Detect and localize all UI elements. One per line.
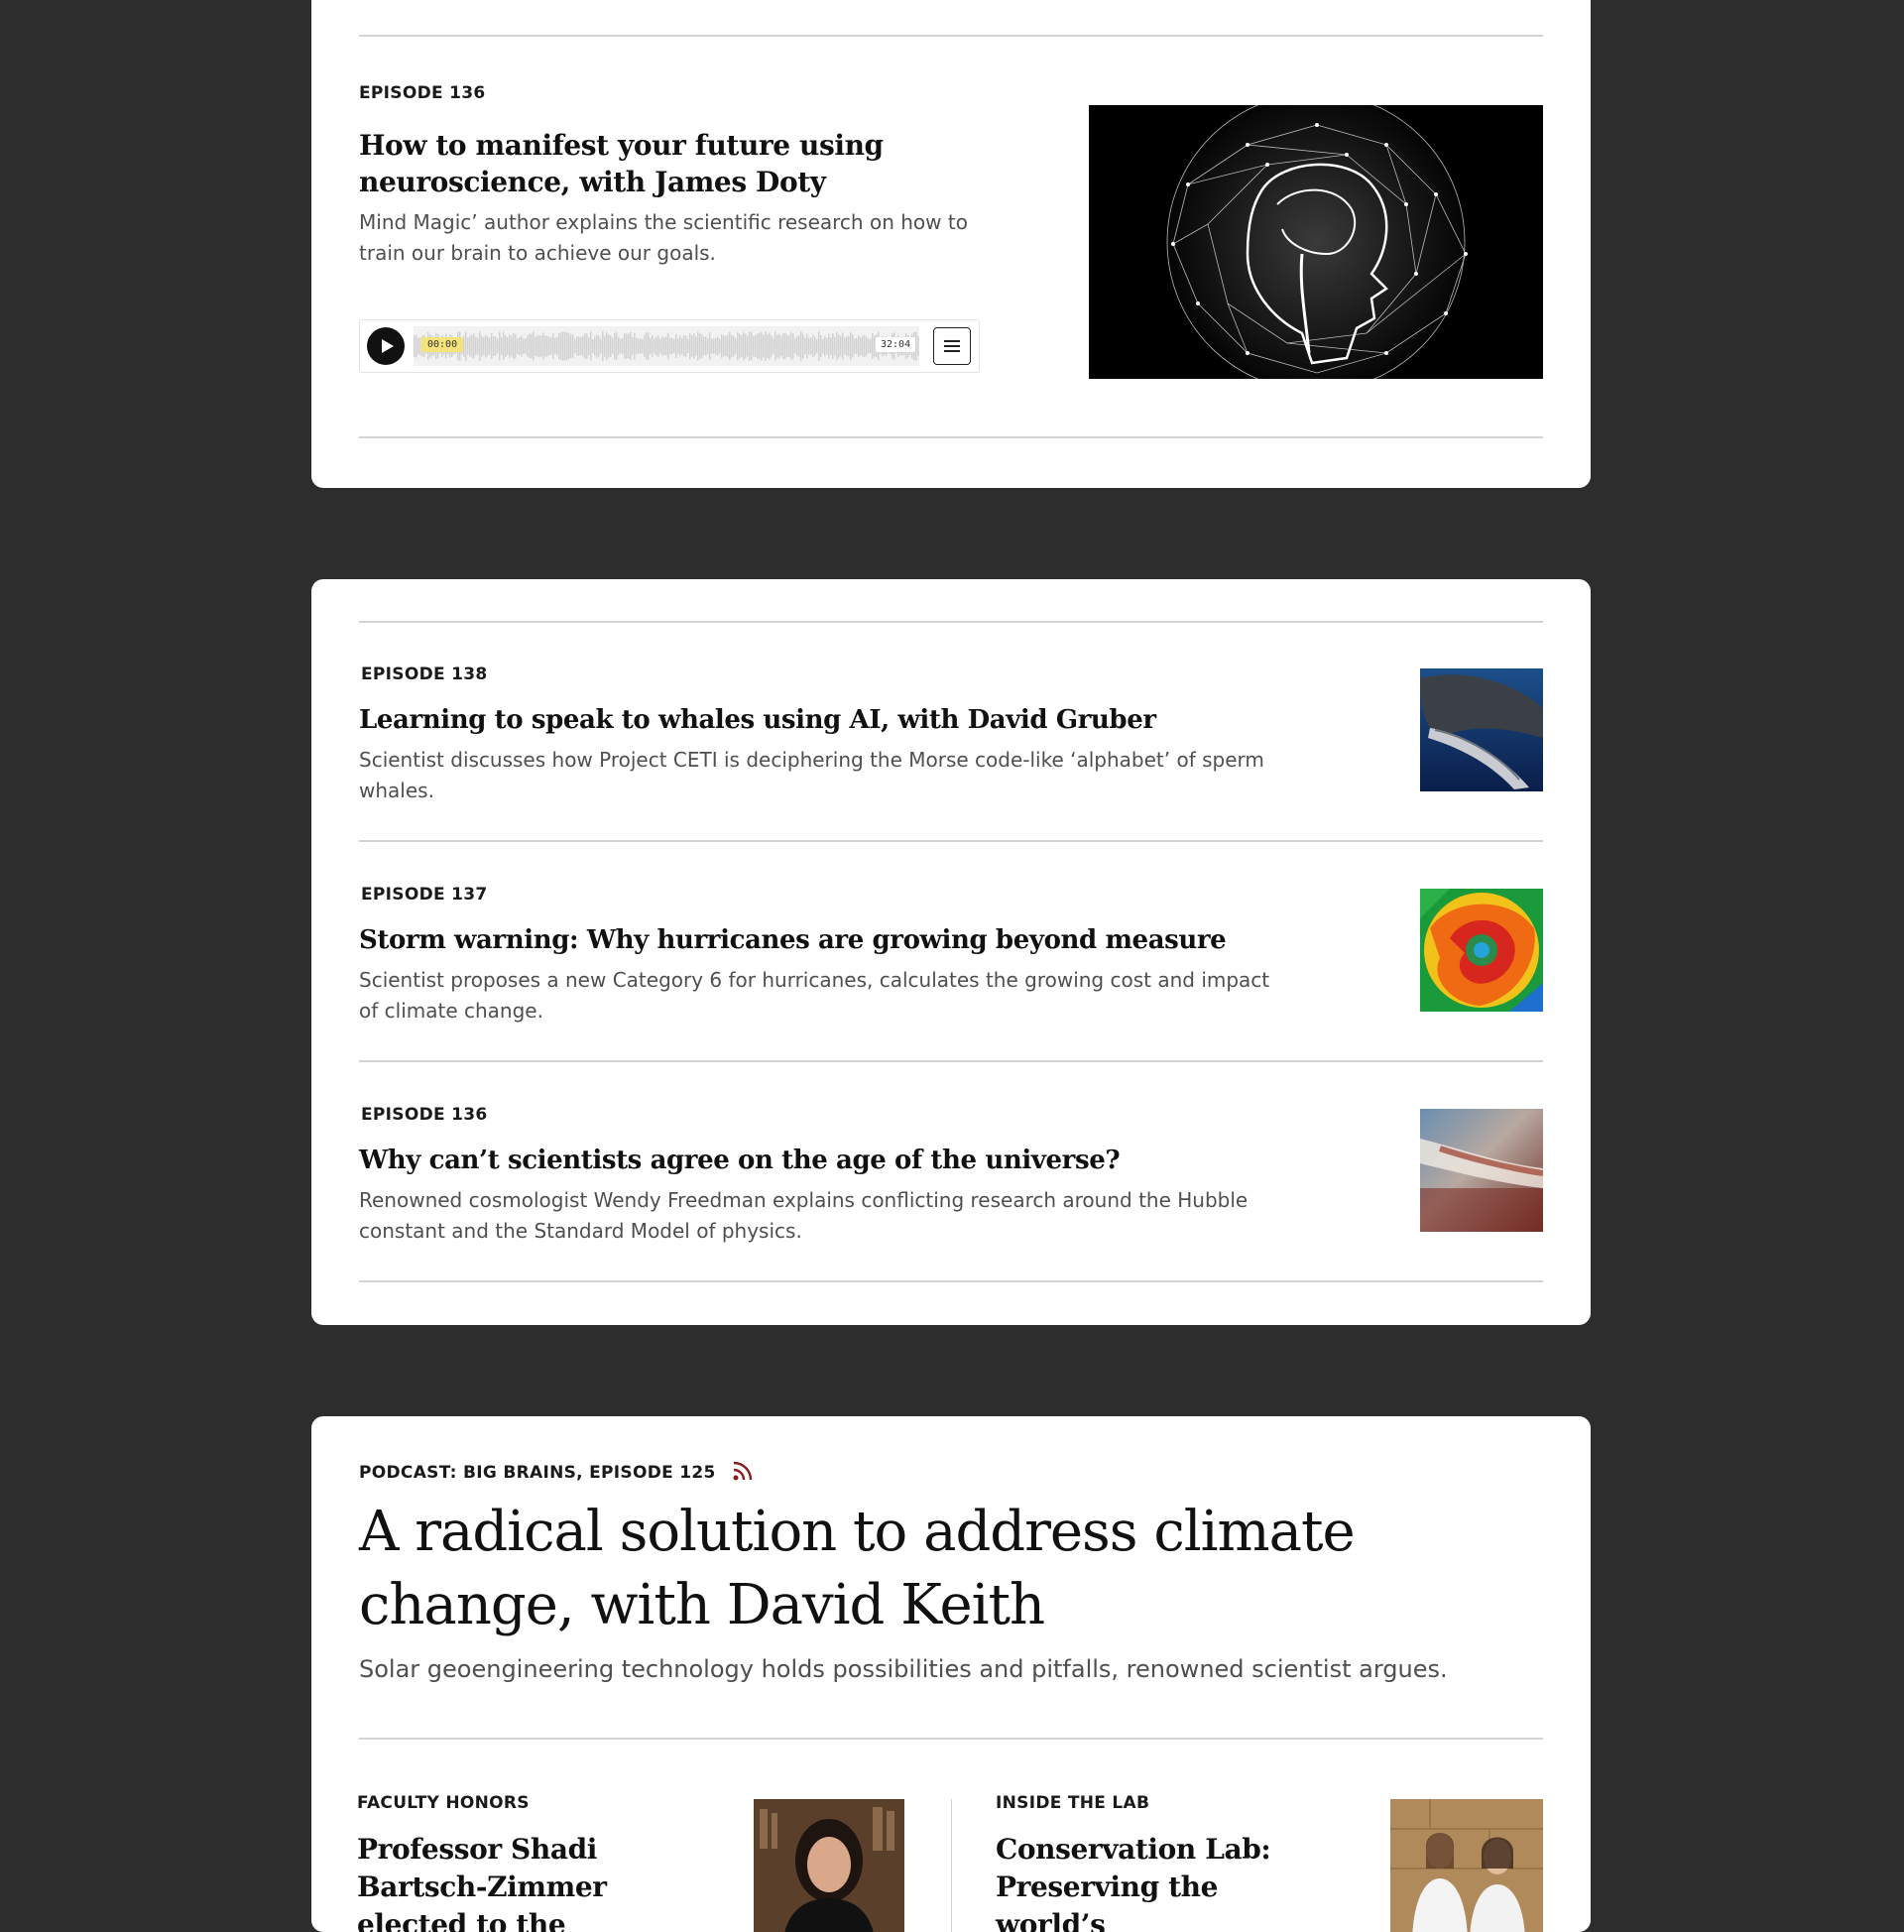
galaxy-image[interactable] — [1420, 1109, 1543, 1232]
story-kicker: INSIDE THE LAB — [996, 1793, 1150, 1813]
story-title-link[interactable]: Conservation Lab: Preserving the world’s — [996, 1831, 1323, 1932]
rss-icon[interactable] — [732, 1460, 754, 1482]
featured-episode-card: EPISODE 136 How to manifest your future … — [311, 0, 1591, 488]
podcast-title-link[interactable]: A radical solution to address climate ch… — [359, 1496, 1529, 1642]
play-button[interactable] — [367, 327, 405, 365]
episode-description: Mind Magic’ author explains the scientif… — [359, 210, 968, 265]
portrait-photo[interactable] — [754, 1799, 904, 1932]
episode-label: EPISODE 136 — [361, 1105, 488, 1125]
episode-description: Scientist proposes a new Category 6 for … — [359, 968, 1270, 1023]
current-time: 00:00 — [421, 337, 464, 352]
podcast-kicker-link[interactable]: PODCAST: BIG BRAINS, EPISODE 125 — [359, 1463, 716, 1483]
two-scientists-photo[interactable] — [1390, 1799, 1543, 1932]
divider — [359, 1738, 1543, 1740]
audio-player: 00:00 32:04 — [359, 319, 980, 373]
column-divider — [951, 1799, 952, 1932]
episode-title-link[interactable]: Storm warning: Why hurricanes are growin… — [359, 923, 1227, 957]
story-kicker: FACULTY HONORS — [357, 1793, 530, 1813]
divider — [359, 35, 1543, 37]
waveform-scrubber[interactable] — [414, 326, 919, 366]
story-title-link[interactable]: Professor Shadi Bartsch-Zimmer elected t… — [357, 1831, 694, 1932]
duration: 32:04 — [876, 337, 916, 352]
episode-label: EPISODE 138 — [361, 664, 488, 684]
podcast-description: Solar geoengineering technology holds po… — [359, 1655, 1448, 1683]
divider — [359, 840, 1543, 842]
sperm-whale-photo[interactable] — [1420, 668, 1543, 791]
divider — [359, 1280, 1543, 1282]
divider — [359, 621, 1543, 623]
episode-description: Renowned cosmologist Wendy Freedman expl… — [359, 1188, 1249, 1243]
episode-description: Scientist discusses how Project CETI is … — [359, 748, 1264, 802]
playlist-menu-button[interactable] — [933, 327, 971, 365]
episode-label: EPISODE 136 — [359, 83, 486, 103]
waveform-graphic — [414, 331, 919, 361]
episode-title-link[interactable]: How to manifest your future using neuros… — [359, 127, 994, 200]
podcast-feature-card: PODCAST: BIG BRAINS, EPISODE 125 A radic… — [311, 1416, 1591, 1932]
divider — [359, 436, 1543, 438]
brain-network-profile-image[interactable] — [1089, 92, 1543, 392]
episode-title-link[interactable]: Learning to speak to whales using AI, wi… — [359, 703, 1156, 737]
hurricane-satellite-image[interactable] — [1420, 889, 1543, 1012]
divider — [359, 1060, 1543, 1062]
episode-label: EPISODE 137 — [361, 885, 488, 905]
episode-title-link[interactable]: Why can’t scientists agree on the age of… — [359, 1144, 1121, 1177]
episode-list-card: EPISODE 138 Learning to speak to whales … — [311, 579, 1591, 1325]
